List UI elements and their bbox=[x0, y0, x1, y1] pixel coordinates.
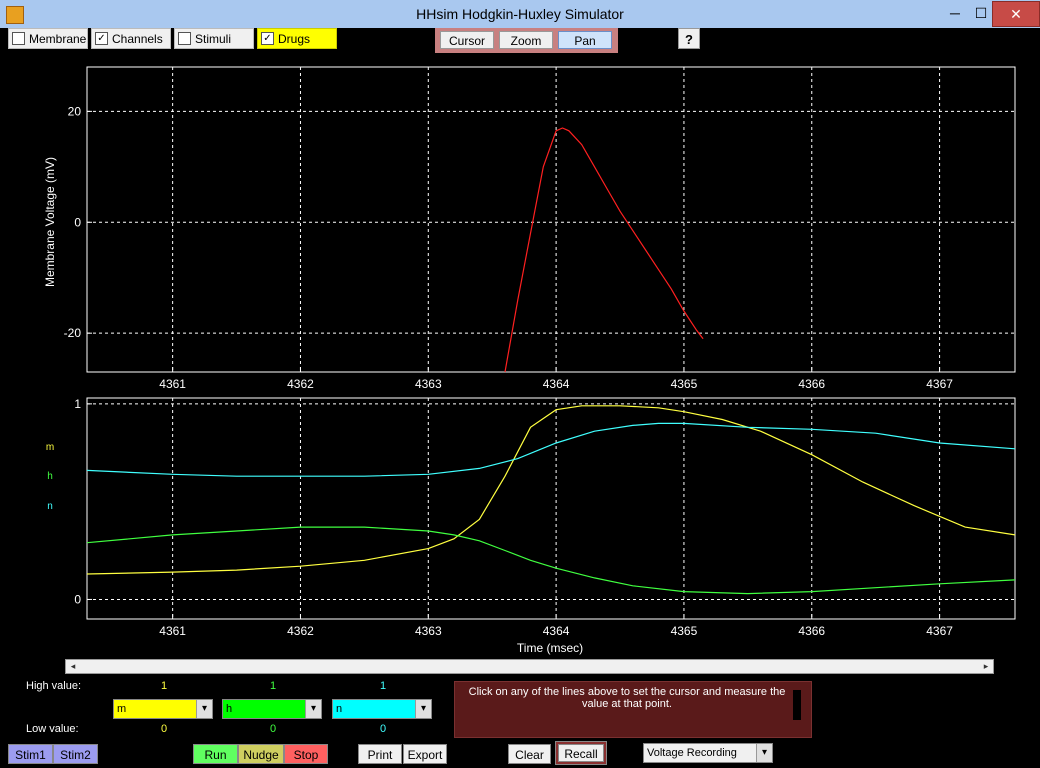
recording-type-select[interactable]: Voltage Recording ▾ bbox=[643, 743, 773, 763]
voltage-plot[interactable]: 4361 4362 4363 4364 4365 4366 4367 20 0 -20 Membr… bbox=[43, 66, 1016, 391]
export-button[interactable]: Export bbox=[403, 744, 447, 764]
stop-button[interactable]: Stop bbox=[284, 744, 328, 764]
n-variable-select-value: n bbox=[336, 703, 343, 715]
voltage-xtick-label: 4361 bbox=[159, 377, 186, 391]
scroll-right-arrow[interactable]: ▸ bbox=[979, 660, 993, 673]
recall-button[interactable]: Recall bbox=[558, 744, 604, 762]
m-high-value: 1 bbox=[160, 680, 168, 692]
gating-xtick-label: 4364 bbox=[543, 624, 570, 638]
voltage-xtick-label: 4366 bbox=[798, 377, 825, 391]
gating-xtick-label: 4361 bbox=[159, 624, 186, 638]
low-value-label: Low value: bbox=[26, 723, 79, 735]
h-variable-select-value: h bbox=[226, 703, 233, 715]
gating-plot[interactable]: 4361 4362 4363 4364 4365 4366 4367 1 0 Time (mse… bbox=[46, 397, 1016, 655]
voltage-plot-axes[interactable] bbox=[86, 66, 1016, 373]
h-low-value: 0 bbox=[269, 723, 277, 735]
gating-xtick-label: 4362 bbox=[287, 624, 314, 638]
m-variable-select-value: m bbox=[117, 703, 127, 715]
clear-button[interactable]: Clear bbox=[508, 744, 551, 764]
time-scrollbar[interactable]: ◂ ▸ bbox=[65, 659, 994, 674]
message-scrollbar[interactable] bbox=[793, 690, 801, 720]
stim2-button[interactable]: Stim2 bbox=[53, 744, 98, 764]
gating-plot-xlabel: Time (msec) bbox=[517, 641, 583, 655]
cursor-help-message: Click on any of the lines above to set t… bbox=[454, 681, 812, 738]
recall-button-frame: Recall bbox=[555, 741, 607, 765]
chevron-down-icon[interactable]: ▾ bbox=[415, 700, 431, 718]
h-high-value: 1 bbox=[269, 680, 277, 692]
chevron-down-icon[interactable]: ▾ bbox=[756, 744, 772, 762]
voltage-xtick-label: 4362 bbox=[287, 377, 314, 391]
print-button[interactable]: Print bbox=[358, 744, 402, 764]
n-variable-select[interactable]: n ▾ bbox=[332, 699, 432, 719]
gating-ytick-label: 0 bbox=[74, 592, 81, 606]
scroll-left-arrow[interactable]: ◂ bbox=[66, 660, 80, 673]
nudge-button[interactable]: Nudge bbox=[238, 744, 284, 764]
legend-n: n bbox=[47, 501, 53, 512]
recording-type-value: Voltage Recording bbox=[647, 747, 737, 759]
voltage-xtick-label: 4364 bbox=[543, 377, 570, 391]
gating-xtick-label: 4366 bbox=[798, 624, 825, 638]
run-button[interactable]: Run bbox=[193, 744, 238, 764]
cursor-help-text: Click on any of the lines above to set t… bbox=[468, 686, 786, 710]
voltage-ytick-label: 20 bbox=[68, 104, 82, 118]
plots-canvas: 4361 4362 4363 4364 4365 4366 4367 20 0 -20 Membr… bbox=[43, 66, 1016, 655]
chevron-down-icon[interactable]: ▾ bbox=[196, 700, 212, 718]
chevron-down-icon[interactable]: ▾ bbox=[305, 700, 321, 718]
legend-m: m bbox=[46, 442, 54, 453]
n-low-value: 0 bbox=[379, 723, 387, 735]
voltage-ytick-label: -20 bbox=[64, 326, 82, 340]
gating-legend: m h n bbox=[46, 442, 54, 512]
gating-xtick-label: 4365 bbox=[671, 624, 698, 638]
voltage-plot-ylabel: Membrane Voltage (mV) bbox=[43, 157, 57, 287]
h-variable-select[interactable]: h ▾ bbox=[222, 699, 322, 719]
high-value-label: High value: bbox=[26, 680, 82, 692]
stim1-button[interactable]: Stim1 bbox=[8, 744, 53, 764]
gating-xtick-label: 4367 bbox=[926, 624, 953, 638]
m-variable-select[interactable]: m ▾ bbox=[113, 699, 213, 719]
gating-xtick-label: 4363 bbox=[415, 624, 442, 638]
gating-ytick-label: 1 bbox=[74, 397, 81, 411]
m-low-value: 0 bbox=[160, 723, 168, 735]
n-high-value: 1 bbox=[379, 680, 387, 692]
voltage-ytick-label: 0 bbox=[74, 215, 81, 229]
voltage-xtick-label: 4365 bbox=[671, 377, 698, 391]
gating-plot-axes[interactable] bbox=[86, 397, 1016, 620]
voltage-xtick-label: 4367 bbox=[926, 377, 953, 391]
legend-h: h bbox=[47, 471, 53, 482]
voltage-xtick-label: 4363 bbox=[415, 377, 442, 391]
